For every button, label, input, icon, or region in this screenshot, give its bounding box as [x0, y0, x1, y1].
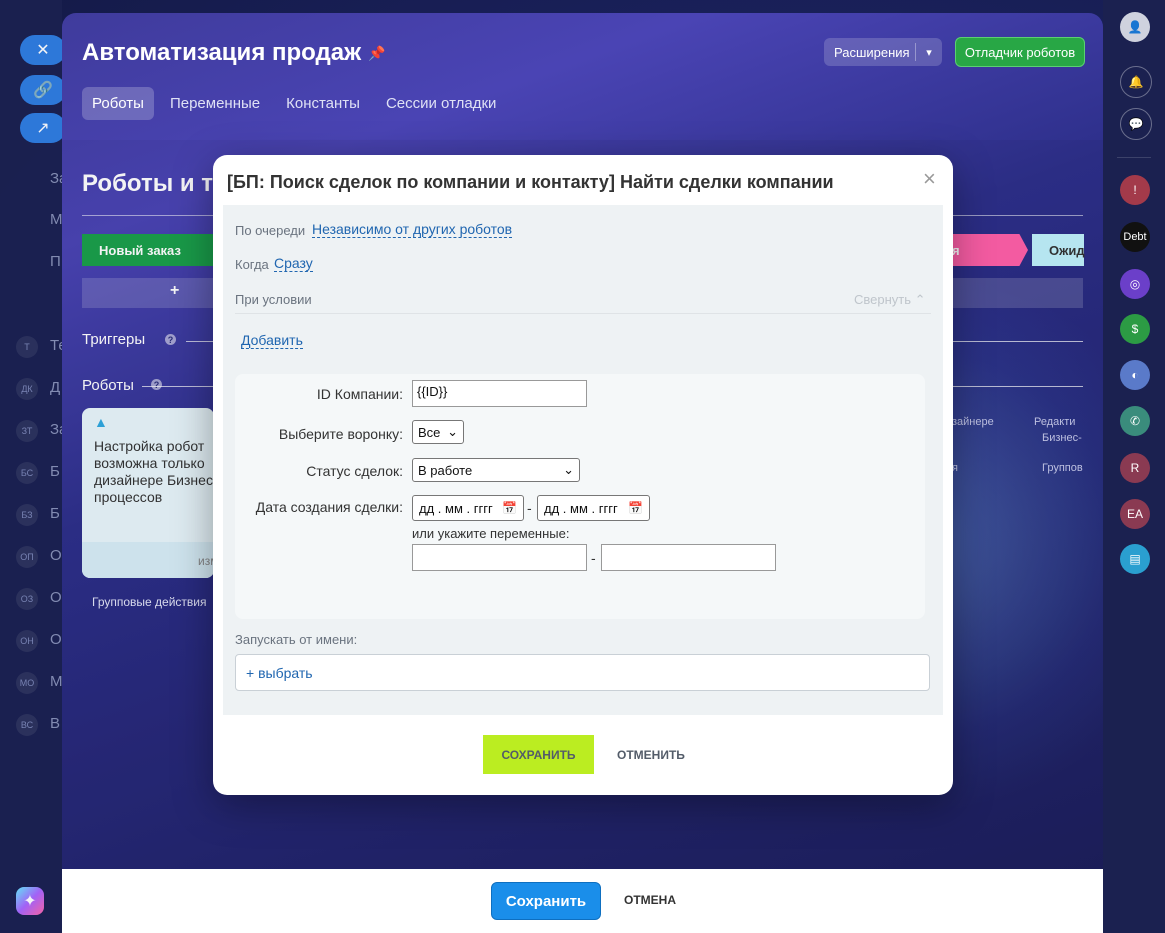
- external-link-icon[interactable]: ↗: [20, 113, 66, 143]
- when-label: Когда: [235, 257, 269, 272]
- avatar[interactable]: ОП: [16, 546, 38, 568]
- link-icon[interactable]: 🔗: [20, 75, 66, 105]
- status-select[interactable]: В работе ⌄: [412, 458, 580, 482]
- save-button[interactable]: Сохранить: [491, 882, 601, 920]
- sidebar-label[interactable]: О: [50, 631, 62, 648]
- date-placeholder: дд . мм . гггг: [419, 500, 493, 516]
- dialog-cancel-button[interactable]: ОТМЕНИТЬ: [617, 735, 685, 774]
- chevron-down-icon: ⌄: [447, 424, 458, 439]
- status-label: Статус сделок:: [306, 463, 403, 479]
- user-avatar[interactable]: 👤: [1120, 12, 1150, 42]
- run-as-selector[interactable]: + выбрать: [235, 654, 930, 691]
- date-to-variable-input[interactable]: [601, 544, 776, 571]
- contact-avatar-r[interactable]: R: [1120, 453, 1150, 483]
- funnel-label: Выберите воронку:: [278, 426, 403, 442]
- avatar[interactable]: БС: [16, 462, 38, 484]
- sidebar-label[interactable]: О: [50, 547, 62, 564]
- collapse-label: Свернуть: [854, 292, 912, 307]
- funnel-select[interactable]: Все ⌄: [412, 420, 464, 444]
- date-label: Дата создания сделки:: [255, 499, 403, 515]
- robot-settings-dialog: [БП: Поиск сделок по компании и контакту…: [213, 155, 953, 795]
- calendar-icon[interactable]: 📅: [502, 501, 517, 515]
- bell-icon[interactable]: 🔔: [1120, 66, 1152, 98]
- footer-bar: Сохранить ОТМЕНА: [62, 869, 1103, 933]
- messages-icon[interactable]: ▤: [1120, 544, 1150, 574]
- date-placeholder: дд . мм . гггг: [544, 500, 618, 516]
- company-id-label: ID Компании:: [316, 386, 403, 402]
- company-id-input[interactable]: {{ID}}: [412, 380, 587, 407]
- sidebar-label[interactable]: Б: [50, 463, 60, 480]
- extensions-button[interactable]: Расширения ▾: [824, 38, 942, 66]
- sidebar-label[interactable]: Б: [50, 505, 60, 522]
- left-sidebar: ✕ 🔗 ↗ За М П Те Д За Б Б О О О М В Т ДК …: [0, 0, 67, 933]
- tab-debug-sessions[interactable]: Сессии отладки: [376, 87, 506, 120]
- range-dash: -: [527, 500, 532, 516]
- divider: [235, 313, 931, 314]
- chevron-down-icon[interactable]: ▾: [916, 46, 942, 59]
- tabs: Роботы Переменные Константы Сессии отлад…: [82, 87, 506, 120]
- status-value: В работе: [418, 462, 473, 478]
- page-title: Автоматизация продаж: [82, 39, 362, 66]
- condition-label: При условии: [235, 292, 312, 307]
- range-dash: -: [591, 550, 596, 566]
- collapse-toggle[interactable]: Свернуть ⌃: [854, 292, 926, 308]
- dialog-body: По очереди Независимо от других роботов …: [223, 205, 943, 715]
- queue-value-link[interactable]: Независимо от других роботов: [312, 221, 513, 238]
- queue-label: По очереди: [235, 223, 306, 238]
- date-from-input[interactable]: дд . мм . гггг 📅: [412, 495, 524, 521]
- robot-parameters-form: ID Компании: {{ID}} Выберите воронку: Вс…: [235, 374, 925, 619]
- tab-robots[interactable]: Роботы: [82, 87, 154, 120]
- chevron-up-icon: ⌃: [914, 292, 926, 307]
- pin-icon[interactable]: 📌: [368, 45, 385, 62]
- cancel-button[interactable]: ОТМЕНА: [624, 882, 676, 918]
- when-value-link[interactable]: Сразу: [274, 255, 313, 272]
- alert-icon[interactable]: !: [1120, 175, 1150, 205]
- funnel-value: Все: [418, 424, 441, 440]
- or-variables-label: или укажите переменные:: [412, 526, 570, 541]
- sidebar-label[interactable]: В: [50, 715, 60, 732]
- calendar-icon[interactable]: 📅: [628, 501, 643, 515]
- avatar[interactable]: ОН: [16, 630, 38, 652]
- select-user-link[interactable]: + выбрать: [246, 665, 313, 681]
- close-icon[interactable]: ✕: [20, 35, 66, 65]
- date-to-input[interactable]: дд . мм . гггг 📅: [537, 495, 650, 521]
- chevron-down-icon: ⌄: [563, 462, 574, 477]
- divider: [1117, 157, 1151, 158]
- ai-assistant-icon[interactable]: ✦: [16, 887, 44, 915]
- run-as-label: Запускать от имени:: [235, 632, 358, 647]
- tab-constants[interactable]: Константы: [276, 87, 370, 120]
- debt-app-icon[interactable]: Debt: [1120, 222, 1150, 252]
- robot-debugger-button[interactable]: Отладчик роботов: [955, 37, 1085, 67]
- contact-avatar-ea[interactable]: EA: [1120, 499, 1150, 529]
- avatar[interactable]: МО: [16, 672, 38, 694]
- chat-search-icon[interactable]: 💬: [1120, 108, 1152, 140]
- sidebar-label[interactable]: Д: [50, 379, 60, 396]
- contact-avatar[interactable]: ◐: [1120, 360, 1150, 390]
- close-icon[interactable]: ×: [923, 168, 936, 190]
- avatar[interactable]: БЗ: [16, 504, 38, 526]
- sidebar-label[interactable]: О: [50, 589, 62, 606]
- dialog-save-button[interactable]: СОХРАНИТЬ: [483, 735, 594, 774]
- dialog-title: [БП: Поиск сделок по компании и контакту…: [227, 172, 834, 192]
- phone-icon[interactable]: ✆: [1120, 406, 1150, 436]
- dollar-icon[interactable]: $: [1120, 314, 1150, 344]
- avatar[interactable]: ДК: [16, 378, 38, 400]
- right-sidebar: 👤 🔔 💬 ! Debt ◎ $ ◐ ✆ R EA ▤: [1103, 0, 1165, 933]
- sidebar-label[interactable]: П: [50, 253, 61, 270]
- extensions-label: Расширения: [834, 44, 910, 60]
- sidebar-label[interactable]: М: [50, 211, 63, 228]
- avatar[interactable]: ВС: [16, 714, 38, 736]
- app-icon[interactable]: ◎: [1120, 269, 1150, 299]
- avatar[interactable]: ЗТ: [16, 420, 38, 442]
- date-from-variable-input[interactable]: [412, 544, 587, 571]
- tab-variables[interactable]: Переменные: [160, 87, 270, 120]
- sidebar-label[interactable]: М: [50, 673, 63, 690]
- avatar[interactable]: ОЗ: [16, 588, 38, 610]
- add-condition-link[interactable]: Добавить: [241, 332, 303, 349]
- avatar[interactable]: Т: [16, 336, 38, 358]
